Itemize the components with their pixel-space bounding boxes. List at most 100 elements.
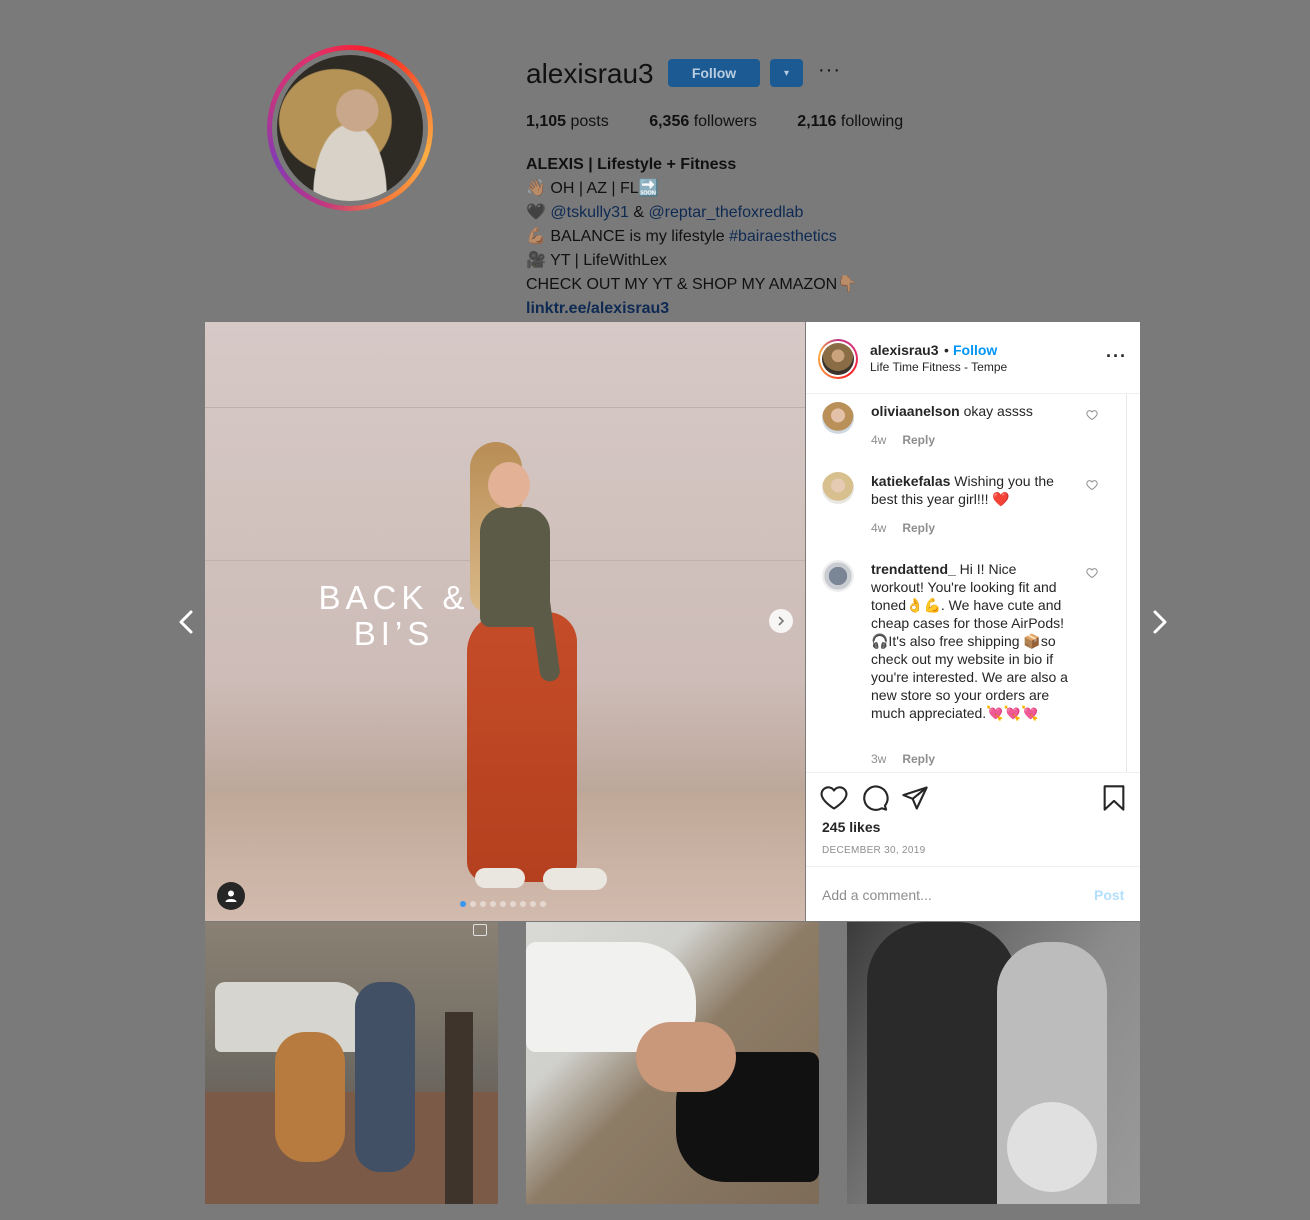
thumb-dog: [275, 1032, 345, 1162]
post-author-username[interactable]: alexisrau3: [870, 342, 939, 358]
figure-leggings: [467, 612, 577, 882]
thumb-suit: [867, 922, 1017, 1204]
bio-line-mentions: 🖤 @tskully31 & @reptar_thefoxredlab: [526, 201, 857, 225]
add-comment-bar: Add a comment... Post: [806, 866, 1140, 922]
bio-heart-prefix: 🖤: [526, 204, 551, 221]
post-more-options-icon[interactable]: ···: [1106, 346, 1127, 367]
comment-meta: 4w Reply: [871, 521, 935, 535]
avatar-image: [277, 55, 423, 201]
post-side-panel: alexisrau3 • Follow Life Time Fitness - …: [806, 322, 1140, 921]
post-location[interactable]: Life Time Fitness - Tempe: [870, 360, 1007, 374]
carousel-dot: [520, 901, 526, 907]
carousel-dot: [490, 901, 496, 907]
stat-followers-label: followers: [693, 113, 757, 130]
previous-post-arrow-icon[interactable]: [176, 607, 196, 637]
carousel-dot: [460, 901, 466, 907]
stat-following[interactable]: 2,116 following: [797, 113, 903, 130]
profile-avatar[interactable]: [267, 45, 433, 211]
comment-like-heart-icon[interactable]: [1086, 409, 1098, 421]
bio-link[interactable]: linktr.ee/alexisrau3: [526, 297, 857, 321]
likes-count[interactable]: 245 likes: [822, 819, 880, 835]
suggested-dropdown-button[interactable]: ▾: [770, 59, 803, 87]
thumb-bouquet: [1007, 1102, 1097, 1192]
commenter-avatar[interactable]: [822, 402, 854, 434]
grid-post-couple[interactable]: [526, 922, 819, 1204]
profile-bio: ALEXIS | Lifestyle + Fitness 👋🏽 OH | AZ …: [526, 153, 857, 321]
overlay-line-1: BACK &: [318, 579, 470, 616]
post-author-avatar[interactable]: [818, 339, 858, 379]
post-author-avatar-image: [822, 343, 854, 375]
stat-posts: 1,105 posts: [526, 113, 609, 130]
profile-follow-button[interactable]: Follow: [668, 59, 760, 87]
stat-posts-label: posts: [570, 113, 609, 130]
commenter-username[interactable]: trendattend_: [871, 561, 956, 577]
comments-list[interactable]: oliviaanelson okay assss 4w Reply katieke…: [806, 394, 1140, 772]
chevron-right-icon: [778, 616, 785, 626]
comment-like-heart-icon[interactable]: [1086, 567, 1098, 579]
carousel-dots: [460, 901, 546, 907]
figure-head: [488, 462, 530, 508]
post-follow-link[interactable]: Follow: [953, 342, 997, 358]
comment-bubble-icon[interactable]: [861, 784, 889, 812]
bio-hashtag[interactable]: #bairaesthetics: [729, 228, 837, 245]
commenter-username[interactable]: oliviaanelson: [871, 403, 960, 419]
like-heart-icon[interactable]: [820, 784, 848, 812]
post-date: DECEMBER 30, 2019: [822, 845, 926, 856]
carousel-dot: [540, 901, 546, 907]
commenter-username[interactable]: katiekefalas: [871, 473, 950, 489]
stat-following-value: 2,116: [797, 113, 837, 130]
profile-stats: 1,105 posts 6,356 followers 2,116 follow…: [526, 113, 939, 131]
thumb-person: [355, 982, 415, 1172]
comment-input[interactable]: Add a comment...: [822, 887, 932, 903]
share-paper-plane-icon[interactable]: [901, 784, 929, 812]
figure-shoe-right: [543, 868, 607, 890]
commenter-avatar[interactable]: [822, 472, 854, 504]
figure-shoe-left: [475, 868, 525, 888]
header-bullet: •: [944, 342, 949, 358]
carousel-dot: [500, 901, 506, 907]
multiple-photos-icon: [473, 924, 487, 936]
bio-line-youtube: 🎥 YT | LifeWithLex: [526, 252, 667, 269]
post-header: alexisrau3 • Follow Life Time Fitness - …: [806, 322, 1140, 394]
comment-age: 4w: [871, 521, 887, 535]
carousel-next-icon[interactable]: [769, 609, 793, 633]
comment-like-heart-icon[interactable]: [1086, 479, 1098, 491]
thumb-post: [445, 1012, 473, 1204]
post-image[interactable]: BACK & BI’S: [205, 322, 805, 921]
carousel-dot: [510, 901, 516, 907]
post-overlay-text: BACK & BI’S: [309, 580, 479, 652]
wall-seam-top: [205, 407, 805, 408]
bio-mention-tskully31[interactable]: @tskully31: [550, 204, 629, 221]
save-bookmark-icon[interactable]: [1100, 784, 1128, 812]
bio-line-balance: 💪🏽 BALANCE is my lifestyle #bairaestheti…: [526, 225, 857, 249]
thumb-faces: [636, 1022, 736, 1092]
comment-reply-button[interactable]: Reply: [902, 752, 935, 766]
comment-meta: 3w Reply: [871, 752, 935, 766]
bio-ampersand: &: [628, 204, 649, 221]
comment-text: trendattend_ Hi I! Nice workout! You're …: [871, 560, 1071, 722]
stat-followers[interactable]: 6,356 followers: [649, 113, 757, 130]
comments-scrollbar[interactable]: [1126, 394, 1127, 772]
stat-following-label: following: [840, 113, 904, 130]
profile-more-options-icon[interactable]: ···: [818, 59, 841, 82]
bio-line-locations: 👋🏽 OH | AZ | FL🔜: [526, 180, 659, 197]
post-actions: 245 likes DECEMBER 30, 2019: [806, 772, 1140, 867]
post-comment-button[interactable]: Post: [1094, 887, 1124, 903]
profile-username: alexisrau3: [526, 58, 654, 89]
comment-text: oliviaanelson okay assss: [871, 402, 1071, 420]
grid-post-wedding[interactable]: [847, 922, 1140, 1204]
grid-post-dock-dog[interactable]: [205, 922, 498, 1204]
comment-text: katiekefalas Wishing you the best this y…: [871, 472, 1071, 508]
comment-meta: 4w Reply: [871, 433, 935, 447]
commenter-avatar[interactable]: [822, 560, 854, 592]
stat-followers-value: 6,356: [649, 113, 690, 130]
stat-posts-value: 1,105: [526, 113, 567, 130]
carousel-dot: [480, 901, 486, 907]
comment-reply-button[interactable]: Reply: [902, 433, 935, 447]
bio-balance-text: 💪🏽 BALANCE is my lifestyle: [526, 228, 730, 245]
bio-mention-reptar[interactable]: @reptar_thefoxredlab: [648, 204, 803, 221]
tagged-users-icon[interactable]: [217, 882, 245, 910]
next-post-arrow-icon[interactable]: [1150, 607, 1170, 637]
comment-reply-button[interactable]: Reply: [902, 521, 935, 535]
comment-age: 4w: [871, 433, 887, 447]
